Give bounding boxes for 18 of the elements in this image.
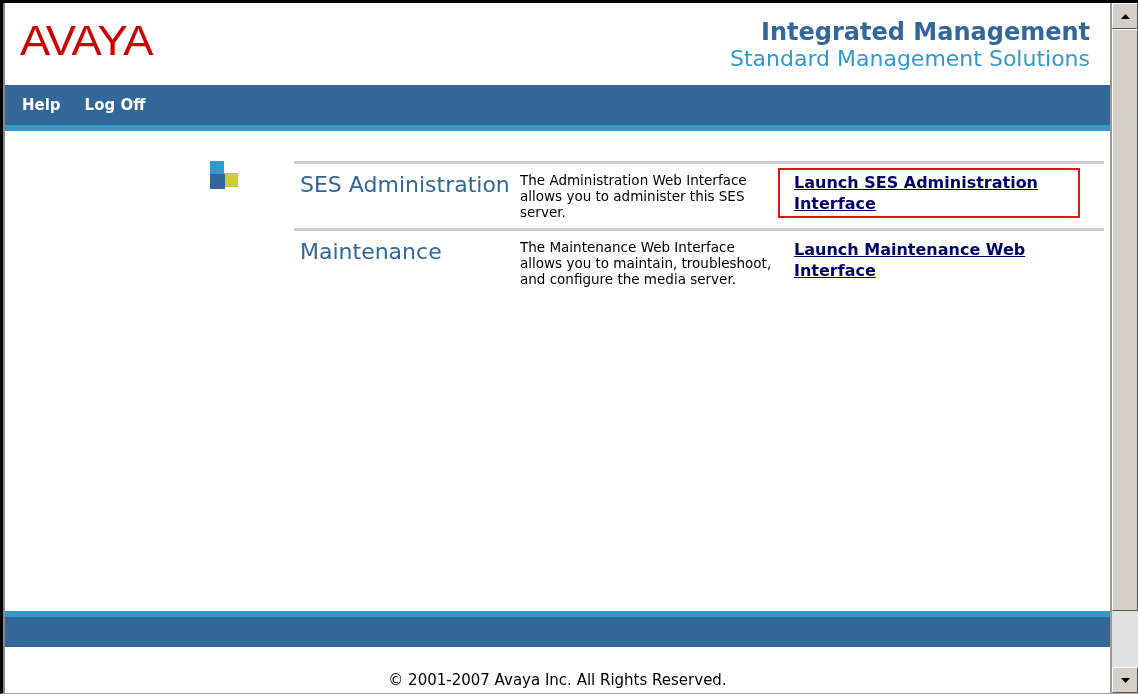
section-title: Maintenance: [300, 239, 443, 266]
nav-link[interactable]: Help: [22, 96, 61, 114]
nav-link[interactable]: Log Off: [84, 96, 146, 114]
down-arrow-icon: [1120, 677, 1130, 683]
launch-link[interactable]: Launch Maintenance Web Interface: [778, 235, 1080, 285]
scrollbar[interactable]: [1110, 3, 1138, 693]
copyright-text: © 2001-2007 Avaya Inc. All Rights Reserved.: [388, 671, 727, 689]
launch-link[interactable]: Launch SES Administration Interface: [778, 168, 1080, 218]
up-arrow-icon: [1120, 13, 1130, 19]
section-title: SES Administration: [300, 172, 511, 199]
section-description: The Administration Web Interface allows you to administer this SES server.: [520, 172, 748, 220]
avaya-logo: AVAYA: [20, 17, 153, 65]
section-description: The Maintenance Web Interface allows you to maintain, troubleshoot, and configure the media server.: [520, 239, 773, 287]
scroll-up-button[interactable]: [1112, 3, 1138, 29]
scroll-thumb[interactable]: [1112, 29, 1138, 611]
app-title: Integrated Management: [760, 18, 1090, 46]
scroll-down-button[interactable]: [1112, 667, 1138, 693]
app-subtitle: Standard Management Solutions: [729, 46, 1090, 72]
